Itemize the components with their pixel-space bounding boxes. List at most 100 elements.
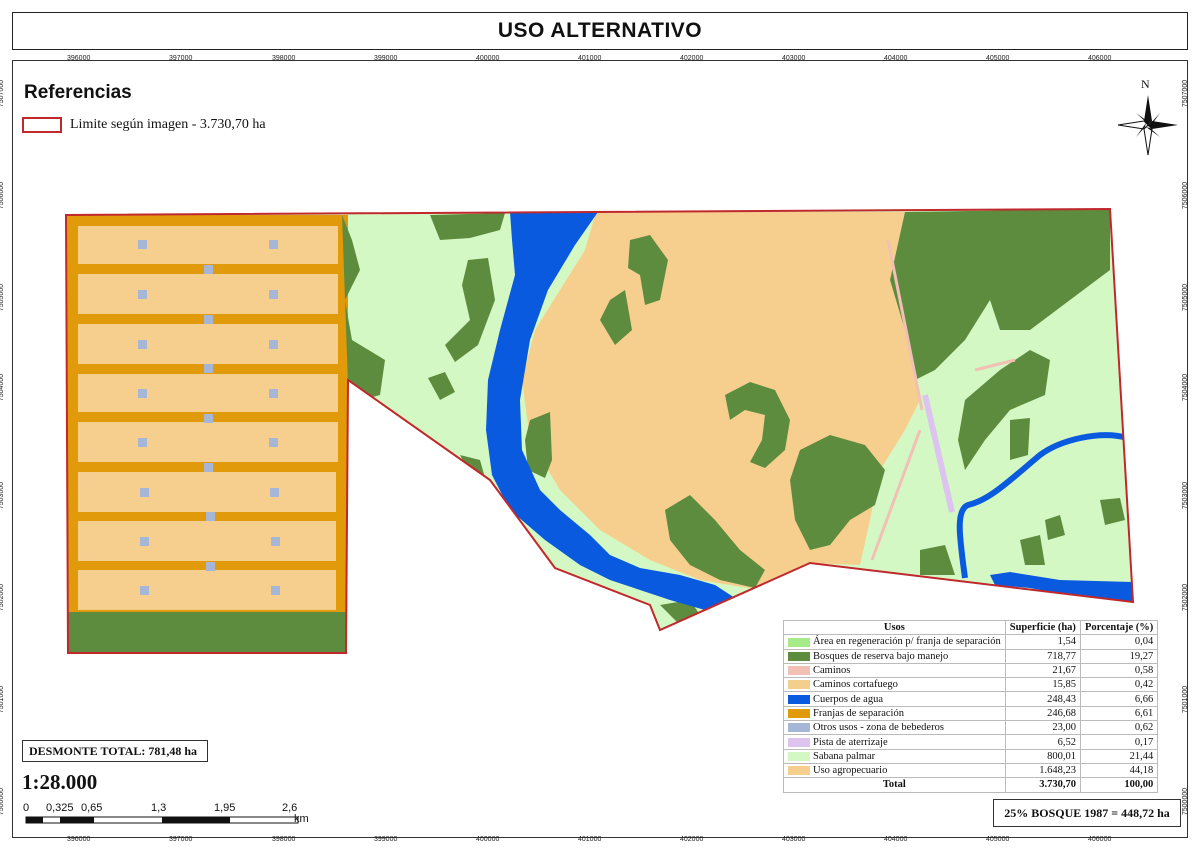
- grid-x-label: 399000: [374, 836, 398, 843]
- legend-area: 1,54: [1004, 634, 1081, 650]
- legend-pct: 0,17: [1079, 734, 1159, 750]
- legend-area: 6,52: [1004, 734, 1081, 750]
- scalebar-label-2: 0,65: [81, 802, 103, 814]
- grid-y-label: 7504000: [0, 373, 6, 402]
- legend-use-label: Franjas de separación: [813, 707, 904, 719]
- grid-x-label: 402000: [680, 836, 704, 843]
- limit-swatch: [22, 117, 62, 133]
- legend-row: Caminos 21,67 0,58: [783, 662, 1159, 679]
- legend-use-name: Uso agropecuario: [783, 762, 1006, 779]
- grid-x-label: 406000: [1088, 836, 1112, 843]
- legend-area: 1.648,23: [1004, 762, 1081, 779]
- grid-y-label: 7505000: [1182, 283, 1190, 312]
- legend-header-porcentaje: Porcentaje (%): [1079, 619, 1159, 636]
- north-arrow-icon: [1117, 95, 1178, 156]
- scalebar-label-1: 0,325: [46, 802, 74, 814]
- legend-pct: 0,58: [1079, 662, 1159, 679]
- legend-use-name: Otros usos - zona de bebederos: [783, 720, 1006, 736]
- legend-use-label: Otros usos - zona de bebederos: [813, 722, 944, 734]
- grid-x-label: 400000: [476, 836, 500, 843]
- limit-label: Limite según imagen - 3.730,70 ha: [70, 117, 266, 132]
- legend-header-row: Usos Superficie (ha) Porcentaje (%): [783, 619, 1159, 636]
- grid-x-label: 401000: [578, 55, 602, 62]
- legend-use-label: Bosques de reserva bajo manejo: [813, 650, 949, 662]
- legend-pct: 19,27: [1079, 648, 1159, 664]
- legend-swatch: [788, 680, 810, 690]
- legend-area: 800,01: [1004, 748, 1081, 764]
- scalebar-label-0: 0: [23, 802, 30, 814]
- map-scale: 1:28.000: [22, 770, 98, 794]
- west-forest-strip: [66, 612, 348, 653]
- legend-use-label: Área en regeneración p/ franja de separa…: [813, 636, 1001, 648]
- grid-y-label: 7505000: [0, 283, 6, 312]
- scale-bar: [25, 816, 299, 824]
- grid-x-label: 403000: [782, 55, 806, 62]
- legend-swatch: [788, 751, 810, 761]
- legend-row: Bosques de reserva bajo manejo 718,77 19,2…: [783, 648, 1159, 664]
- grid-y-label: 7506000: [1182, 181, 1190, 210]
- legend-use-name: Área en regeneración p/ franja de separa…: [783, 634, 1006, 650]
- references-heading: Referencias: [24, 82, 132, 103]
- legend-area: 248,43: [1004, 691, 1081, 707]
- legend-swatch: [788, 666, 810, 676]
- legend-total-label: Total: [783, 777, 1006, 793]
- legend-row: Cuerpos de agua 248,43 6,66: [783, 691, 1159, 707]
- legend-use-name: Caminos cortafuego: [783, 677, 1006, 693]
- legend-use-label: Caminos cortafuego: [813, 679, 898, 691]
- legend-pct: 6,66: [1079, 691, 1159, 707]
- legend-row: Uso agropecuario 1.648,23 44,18: [783, 762, 1159, 779]
- grid-x-label: 404000: [884, 836, 908, 843]
- grid-y-label: 7507000: [1182, 79, 1190, 108]
- grid-x-label: 404000: [884, 55, 908, 62]
- legend-area: 15,85: [1004, 677, 1081, 693]
- grid-x-label: 402000: [680, 55, 704, 62]
- grid-x-label: 406000: [1088, 55, 1112, 62]
- legend-use-label: Pista de aterrizaje: [813, 736, 888, 748]
- legend-swatch: [788, 737, 810, 747]
- grid-x-label: 401000: [578, 836, 602, 843]
- legend-swatch: [788, 694, 810, 704]
- legend-pct: 0,62: [1079, 720, 1159, 736]
- grid-y-label: 7506000: [0, 181, 6, 210]
- grid-x-label: 405000: [986, 55, 1010, 62]
- grid-x-label: 396000: [67, 836, 91, 843]
- grid-y-label: 7500000: [1182, 787, 1190, 816]
- grid-y-label: 7503000: [0, 481, 6, 510]
- legend-use-name: Bosques de reserva bajo manejo: [783, 648, 1006, 664]
- legend-pct: 0,42: [1079, 677, 1159, 693]
- legend-total-row: Total 3.730,70 100,00: [783, 777, 1159, 793]
- desmonte-total-box: DESMONTE TOTAL: 781,48 ha: [22, 740, 208, 762]
- grid-y-label: 7501000: [0, 685, 6, 714]
- legend-area: 718,77: [1004, 648, 1081, 664]
- legend-use-name: Pista de aterrizaje: [783, 734, 1006, 750]
- grid-x-label: 396000: [67, 55, 91, 62]
- legend-use-name: Franjas de separación: [783, 705, 1006, 722]
- legend-swatch: [788, 651, 810, 661]
- grid-x-label: 398000: [272, 836, 296, 843]
- legend-use-label: Cuerpos de agua: [813, 693, 883, 705]
- legend-pct: 0,04: [1079, 634, 1159, 650]
- grid-x-label: 397000: [169, 836, 193, 843]
- north-label: N: [1141, 77, 1150, 91]
- land-use-legend-table: Usos Superficie (ha) Porcentaje (%) Área…: [783, 619, 1159, 793]
- legend-row: Caminos cortafuego 15,85 0,42: [783, 677, 1159, 693]
- grid-x-label: 397000: [169, 55, 193, 62]
- grid-y-label: 7501000: [1182, 685, 1190, 714]
- scalebar-label-3: 1,3: [151, 802, 167, 814]
- legend-header-superficie: Superficie (ha): [1004, 619, 1081, 636]
- legend-pct: 6,61: [1079, 705, 1159, 722]
- grid-x-label: 403000: [782, 836, 806, 843]
- grid-x-label: 405000: [986, 836, 1010, 843]
- legend-use-label: Caminos: [813, 665, 851, 677]
- grid-x-label: 399000: [374, 55, 398, 62]
- legend-pct: 44,18: [1079, 762, 1159, 779]
- legend-swatch: [788, 709, 810, 719]
- legend-swatch: [788, 766, 810, 776]
- legend-total-area: 3.730,70: [1004, 777, 1081, 793]
- legend-header-usos: Usos: [783, 619, 1006, 636]
- legend-swatch: [788, 723, 810, 733]
- legend-row: Pista de aterrizaje 6,52 0,17: [783, 734, 1159, 750]
- scalebar-unit: km: [294, 813, 309, 825]
- grid-y-label: 7502000: [1182, 583, 1190, 612]
- legend-row: Otros usos - zona de bebederos 23,00 0,62: [783, 720, 1159, 736]
